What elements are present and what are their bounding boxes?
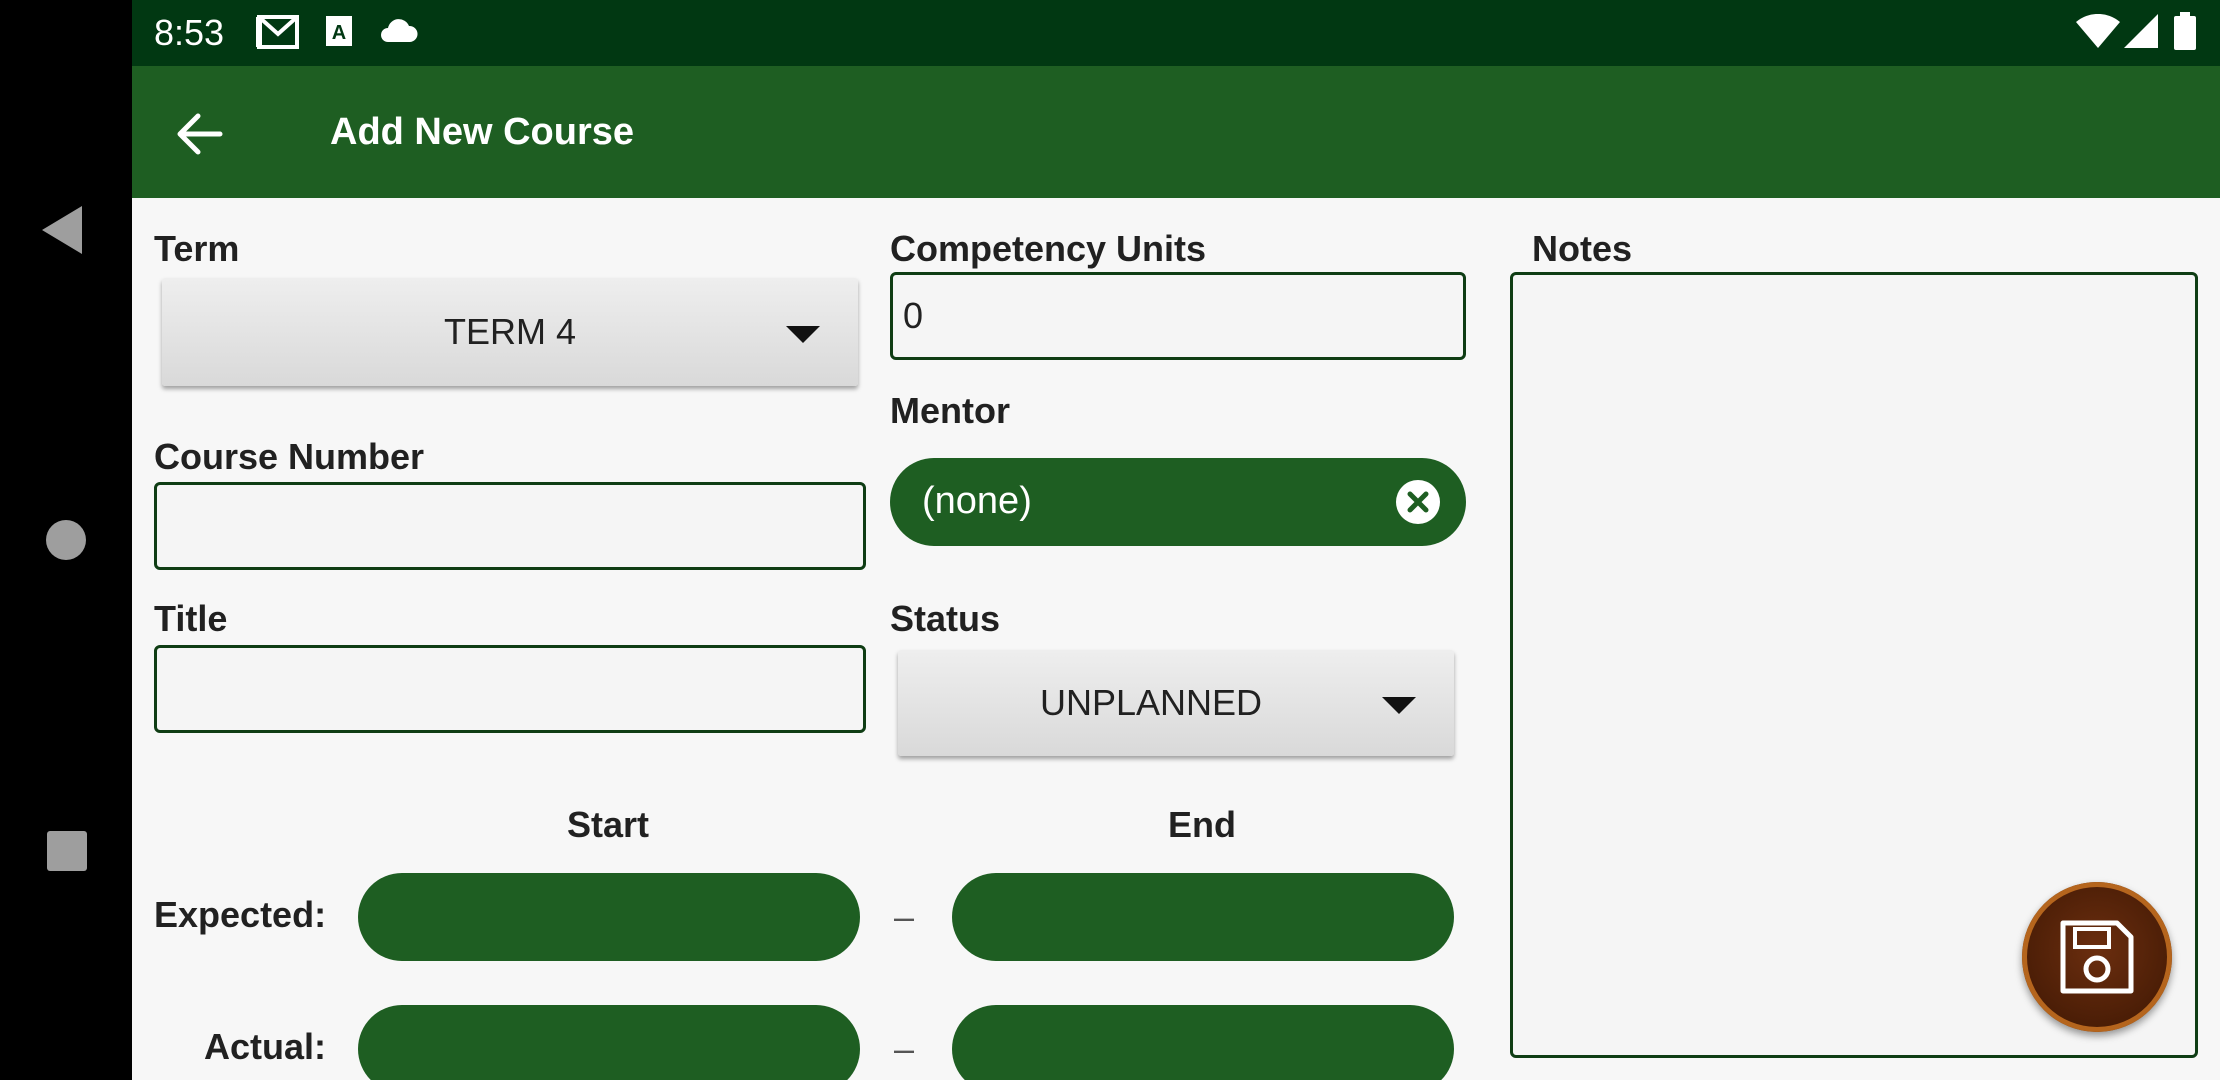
battery-icon [2174, 12, 2196, 55]
app-toolbar: Add New Course [132, 66, 2220, 198]
nav-home-icon[interactable] [46, 520, 86, 560]
back-arrow-icon[interactable] [172, 106, 228, 162]
wifi-icon [2076, 13, 2120, 53]
status-dropdown[interactable]: UNPLANNED [898, 650, 1454, 756]
expected-start-date-button[interactable] [358, 873, 860, 961]
cloud-icon [378, 18, 418, 49]
end-header: End [1168, 804, 1236, 845]
competency-units-value: 0 [903, 295, 924, 336]
nav-back-icon[interactable] [42, 206, 82, 254]
status-bar: 8:53 A [132, 0, 2220, 66]
mentor-chip[interactable]: (none) [890, 458, 1466, 546]
competency-units-field[interactable]: 0 [890, 272, 1466, 360]
app-screen: 8:53 A Add New Course Term TERM 4 Compet… [132, 0, 2220, 1080]
mentor-label: Mentor [890, 390, 1010, 431]
actual-label: Actual: [204, 1026, 327, 1067]
clear-icon[interactable] [1396, 480, 1440, 524]
term-selected-value: TERM 4 [443, 311, 576, 352]
start-header: Start [566, 804, 650, 845]
expected-label: Expected: [154, 894, 327, 935]
actual-start-date-button[interactable] [358, 1005, 860, 1080]
notes-label: Notes [1532, 228, 1633, 269]
title-label: Title [154, 598, 228, 639]
title-field[interactable] [154, 645, 866, 733]
font-app-icon: A [324, 14, 354, 55]
date-separator: – [894, 1028, 915, 1069]
status-time: 8:53 [154, 12, 225, 53]
date-separator: – [894, 896, 915, 937]
status-label: Status [890, 598, 1001, 639]
competency-units-label: Competency Units [890, 228, 1207, 269]
status-selected-value: UNPLANNED [1039, 682, 1263, 723]
system-navigation-bar [0, 0, 132, 1080]
signal-icon [2124, 14, 2158, 53]
course-number-field[interactable] [154, 482, 866, 570]
nav-recents-icon[interactable] [47, 831, 87, 871]
chevron-down-icon [786, 326, 820, 343]
page-title: Add New Course [330, 111, 635, 153]
gmail-icon [256, 14, 300, 55]
term-label: Term [154, 228, 240, 269]
term-dropdown[interactable]: TERM 4 [162, 278, 858, 386]
actual-end-date-button[interactable] [952, 1005, 1454, 1080]
save-button[interactable] [2022, 882, 2172, 1032]
svg-text:A: A [332, 22, 346, 44]
chevron-down-icon [1382, 697, 1416, 714]
mentor-value: (none) [922, 480, 1032, 522]
expected-end-date-button[interactable] [952, 873, 1454, 961]
course-number-label: Course Number [154, 436, 425, 477]
